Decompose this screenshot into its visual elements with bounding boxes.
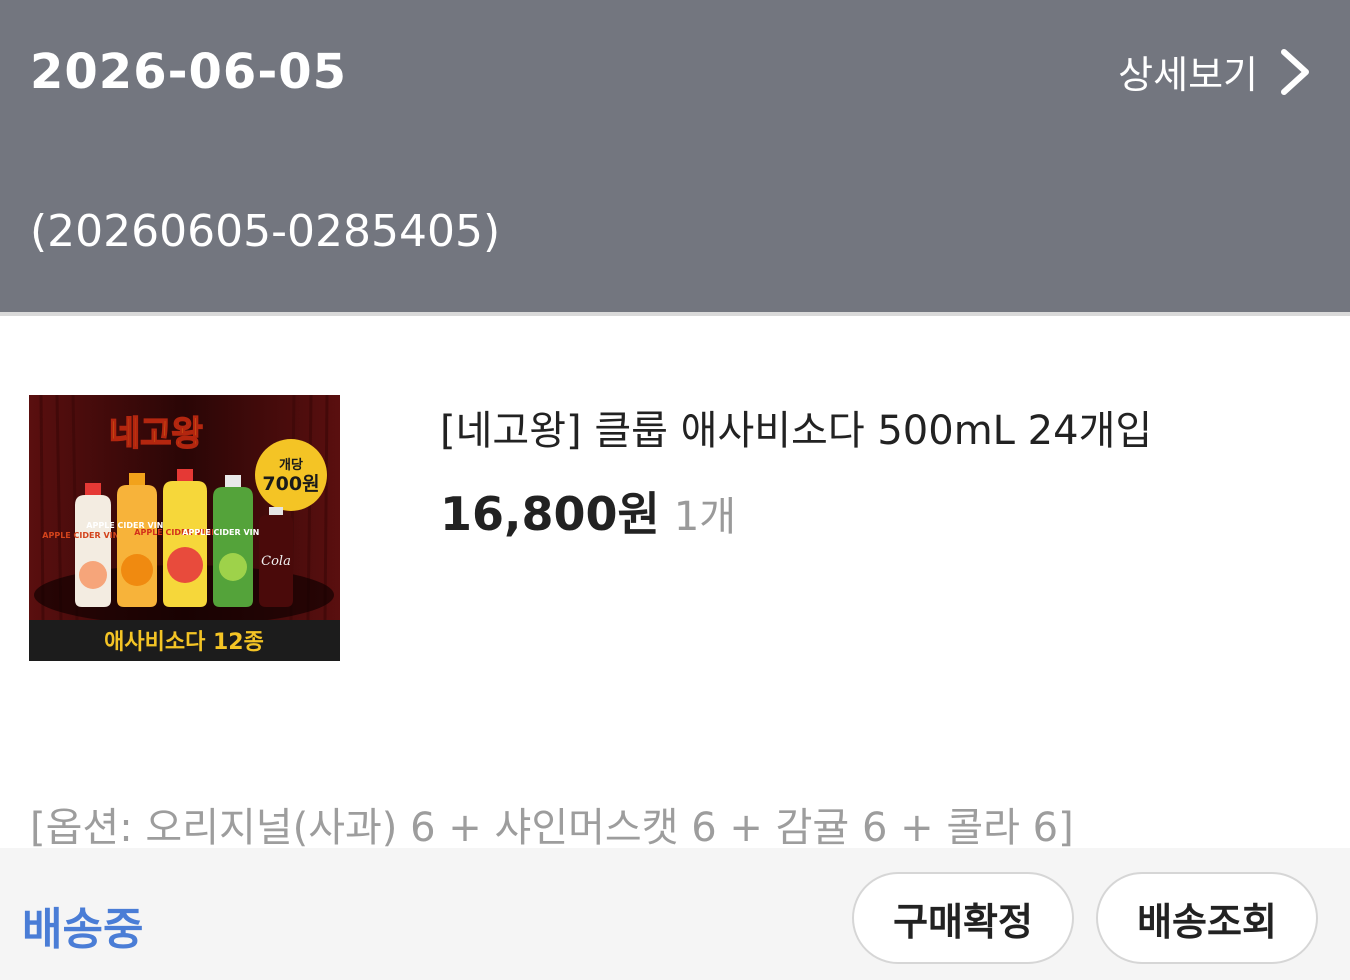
product-quantity: 1개 [673,494,737,540]
track-delivery-button[interactable]: 배송조회 [1096,872,1318,964]
chevron-right-icon [1281,48,1309,95]
bottle-cola: Cola [259,507,293,607]
bottle-label-5: Cola [261,554,291,569]
order-header: 2026-06-05 상세보기 (20260605-0285405) [0,0,1350,312]
divider [0,312,1350,316]
view-details-label: 상세보기 [1118,53,1258,97]
order-number: (20260605-0285405) [30,206,501,257]
badge-price: 700원 [262,473,319,495]
price-row: 16,800원 1개 [440,478,736,544]
product-price: 16,800원 [440,487,660,541]
product-image-banner: 애사비소다 12종 [104,630,264,655]
product-option: [옵션: 오리지널(사과) 6 + 샤인머스캣 6 + 감귤 6 + 콜라 6] [30,805,1074,851]
product-image-brand: 네고왕 [109,414,203,454]
order-date: 2026-06-05 [30,44,348,100]
badge-top: 개당 [279,457,303,473]
product-name[interactable]: [네고왕] 클룹 애사비소다 500mL 24개입 [440,398,1152,456]
order-footer: 배송중 구매확정 배송조회 [0,848,1350,980]
product-image: 네고왕 개당 700원 APPLE CIDER VINEGAR APPLE CI… [29,395,340,661]
view-details-link[interactable]: 상세보기 [1118,44,1312,99]
delivery-status: 배송중 [22,904,144,955]
confirm-purchase-button[interactable]: 구매확정 [852,872,1074,964]
product-thumbnail[interactable]: 네고왕 개당 700원 APPLE CIDER VINEGAR APPLE CI… [29,395,340,661]
